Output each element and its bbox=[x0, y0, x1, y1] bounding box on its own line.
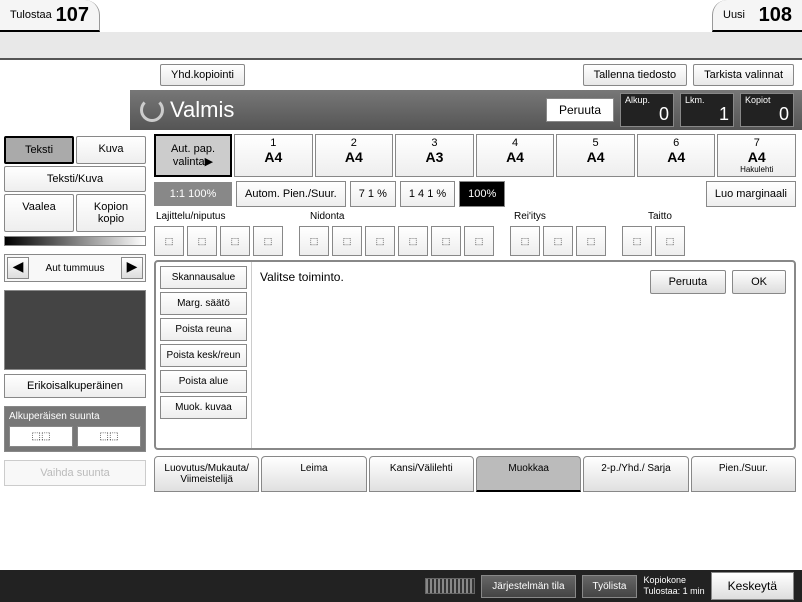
tab-print[interactable]: Tulostaa 107 bbox=[0, 0, 100, 32]
mode-text[interactable]: Teksti bbox=[4, 136, 74, 164]
label-sort: Lajittelu/niputus bbox=[156, 211, 306, 222]
punch-1[interactable]: ⬚ bbox=[510, 226, 540, 256]
zoom-auto[interactable]: Autom. Pien./Suur. bbox=[236, 181, 346, 207]
status-text: Valmis bbox=[170, 97, 540, 123]
system-status-button[interactable]: Järjestelmän tila bbox=[481, 575, 575, 598]
func-edit-image[interactable]: Muok. kuvaa bbox=[160, 396, 247, 419]
mode-text-photo[interactable]: Teksti/Kuva bbox=[4, 166, 146, 192]
density-left[interactable]: ◀ bbox=[7, 257, 29, 279]
zoom-141[interactable]: 1 4 1 % bbox=[400, 181, 455, 207]
fold-2[interactable]: ⬚ bbox=[655, 226, 685, 256]
staple-1[interactable]: ⬚ bbox=[299, 226, 329, 256]
func-margin-adjust[interactable]: Marg. säätö bbox=[160, 292, 247, 315]
status-cancel-button[interactable]: Peruuta bbox=[546, 98, 614, 122]
function-message: Valitse toiminto. bbox=[260, 270, 650, 440]
change-direction-button: Vaihda suunta bbox=[4, 460, 146, 486]
fold-1[interactable]: ⬚ bbox=[622, 226, 652, 256]
label-fold: Taitto bbox=[648, 211, 748, 222]
mode-generation[interactable]: Kopion kopio bbox=[76, 194, 146, 232]
tray-6[interactable]: 6A4 bbox=[637, 134, 716, 177]
status-bar: Valmis Peruuta Alkup. 0 Lkm. 1 Kopiot 0 bbox=[130, 90, 802, 130]
btab-edit[interactable]: Muokkaa bbox=[476, 456, 581, 492]
func-ok-button[interactable]: OK bbox=[732, 270, 786, 294]
btab-zoom[interactable]: Pien./Suur. bbox=[691, 456, 796, 492]
toner-icon bbox=[425, 578, 475, 594]
tray-3[interactable]: 3A3 bbox=[395, 134, 474, 177]
spinner-icon bbox=[140, 98, 164, 122]
density-control: ◀ Aut tummuus ▶ bbox=[4, 254, 146, 282]
label-punch: Rei'itys bbox=[514, 211, 644, 222]
orient-unreadable[interactable]: ⬚⬚ bbox=[77, 426, 141, 447]
func-scan-area[interactable]: Skannausalue bbox=[160, 266, 247, 289]
tray-2[interactable]: 2A4 bbox=[315, 134, 394, 177]
orientation-title: Alkuperäisen suunta bbox=[9, 411, 141, 422]
tab-new[interactable]: Uusi 108 bbox=[712, 0, 802, 32]
mode-pale[interactable]: Vaalea bbox=[4, 194, 74, 232]
footer-bar: Järjestelmän tila Työlista Kopiokone Tul… bbox=[0, 570, 802, 602]
tray-auto-select[interactable]: Aut. pap. valinta▶ bbox=[154, 134, 232, 177]
tray-4[interactable]: 4A4 bbox=[476, 134, 555, 177]
sort-3[interactable]: ⬚ bbox=[220, 226, 250, 256]
func-erase-edge[interactable]: Poista reuna bbox=[160, 318, 247, 341]
density-strip bbox=[4, 236, 146, 246]
label-staple: Nidonta bbox=[310, 211, 510, 222]
combine-copy-button[interactable]: Yhd.kopiointi bbox=[160, 64, 245, 86]
counter-originals: Alkup. 0 bbox=[620, 93, 674, 127]
counter-qty: Lkm. 1 bbox=[680, 93, 734, 127]
special-original-button[interactable]: Erikoisalkuperäinen bbox=[4, 374, 146, 398]
tab-print-num: 107 bbox=[56, 4, 89, 27]
tray-7[interactable]: 7A4Hakulehti bbox=[717, 134, 796, 177]
staple-6[interactable]: ⬚ bbox=[464, 226, 494, 256]
btab-output[interactable]: Luovutus/Mukauta/ Viimeistelijä bbox=[154, 456, 259, 492]
orientation-panel: Alkuperäisen suunta ⬚⬚ ⬚⬚ bbox=[4, 406, 146, 452]
tray-1[interactable]: 1A4 bbox=[234, 134, 313, 177]
tab-new-label: Uusi bbox=[723, 9, 745, 21]
zoom-71[interactable]: 7 1 % bbox=[350, 181, 396, 207]
density-label[interactable]: Aut tummuus bbox=[31, 263, 119, 274]
orient-readable[interactable]: ⬚⬚ bbox=[9, 426, 73, 447]
function-list: Skannausalue Marg. säätö Poista reuna Po… bbox=[156, 262, 252, 448]
job-list-button[interactable]: Työlista bbox=[582, 575, 638, 598]
btab-cover[interactable]: Kansi/Välilehti bbox=[369, 456, 474, 492]
staple-3[interactable]: ⬚ bbox=[365, 226, 395, 256]
staple-4[interactable]: ⬚ bbox=[398, 226, 428, 256]
func-erase-area[interactable]: Poista alue bbox=[160, 370, 247, 393]
footer-info: Kopiokone Tulostaa: 1 min bbox=[643, 575, 704, 597]
sort-4[interactable]: ⬚ bbox=[253, 226, 283, 256]
tray-5[interactable]: 5A4 bbox=[556, 134, 635, 177]
mode-photo[interactable]: Kuva bbox=[76, 136, 146, 164]
punch-3[interactable]: ⬚ bbox=[576, 226, 606, 256]
tab-print-label: Tulostaa bbox=[10, 9, 52, 21]
func-erase-center[interactable]: Poista kesk/reun bbox=[160, 344, 247, 367]
check-options-button[interactable]: Tarkista valinnat bbox=[693, 64, 794, 86]
btab-stamp[interactable]: Leima bbox=[261, 456, 366, 492]
tray-row: Aut. pap. valinta▶ 1A4 2A4 3A3 4A4 5A4 6… bbox=[154, 134, 796, 177]
zoom-100[interactable]: 100% bbox=[459, 181, 505, 207]
func-cancel-button[interactable]: Peruuta bbox=[650, 270, 727, 294]
preview-area bbox=[4, 290, 146, 370]
btab-duplex[interactable]: 2-p./Yhd./ Sarja bbox=[583, 456, 688, 492]
sort-1[interactable]: ⬚ bbox=[154, 226, 184, 256]
sort-2[interactable]: ⬚ bbox=[187, 226, 217, 256]
counter-copies: Kopiot 0 bbox=[740, 93, 794, 127]
punch-2[interactable]: ⬚ bbox=[543, 226, 573, 256]
tab-new-num: 108 bbox=[759, 4, 792, 27]
staple-2[interactable]: ⬚ bbox=[332, 226, 362, 256]
density-right[interactable]: ▶ bbox=[121, 257, 143, 279]
create-margin-button[interactable]: Luo marginaali bbox=[706, 181, 796, 207]
staple-5[interactable]: ⬚ bbox=[431, 226, 461, 256]
interrupt-button[interactable]: Keskeytä bbox=[711, 572, 794, 600]
save-file-button[interactable]: Tallenna tiedosto bbox=[583, 64, 688, 86]
zoom-11[interactable]: 1:1 100% bbox=[154, 182, 232, 206]
